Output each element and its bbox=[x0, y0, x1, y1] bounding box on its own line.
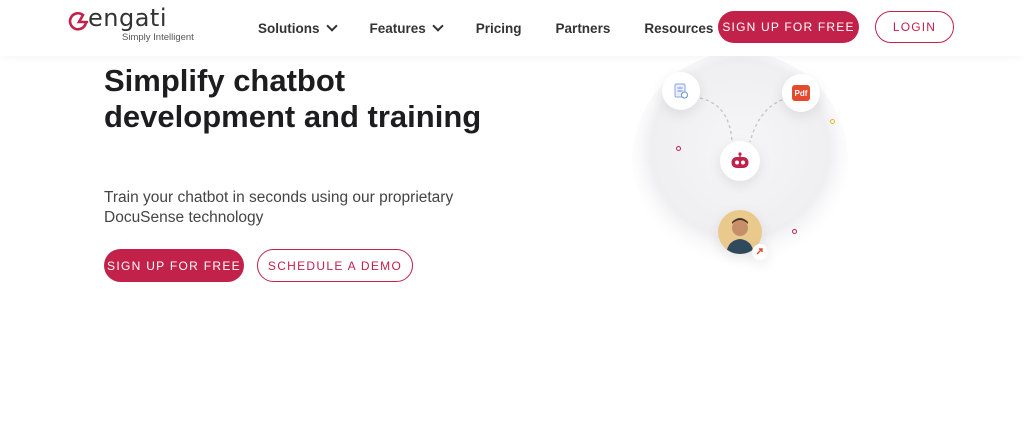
schedule-demo-button[interactable]: SCHEDULE A DEMO bbox=[257, 249, 413, 282]
document-icon bbox=[662, 72, 700, 110]
nav-item-resources[interactable]: Resources bbox=[644, 20, 732, 36]
docusense-illustration: Pdf bbox=[620, 50, 860, 280]
login-button[interactable]: LOGIN bbox=[875, 11, 954, 43]
decorative-dot bbox=[792, 229, 797, 234]
hero-title: Simplify chatbot development and trainin… bbox=[104, 63, 482, 134]
logo-wordmark: engati bbox=[88, 4, 167, 32]
arrow-icon bbox=[752, 244, 768, 260]
nav-label: Pricing bbox=[475, 20, 522, 36]
nav-label: Features bbox=[369, 20, 426, 36]
top-nav-bar: engati Simply Intelligent Solutions Feat… bbox=[0, 0, 1024, 56]
chevron-down-icon bbox=[325, 20, 338, 32]
nav-label: Partners bbox=[555, 20, 611, 36]
chatbot-icon bbox=[720, 141, 760, 181]
main-nav: Solutions Features Pricing Partners Reso… bbox=[258, 0, 763, 56]
nav-label: Solutions bbox=[258, 20, 320, 36]
nav-label: Resources bbox=[644, 20, 714, 36]
pdf-icon: Pdf bbox=[782, 74, 820, 112]
nav-item-partners[interactable]: Partners bbox=[556, 21, 611, 36]
nav-item-pricing[interactable]: Pricing bbox=[476, 21, 522, 36]
nav-item-features[interactable]: Features bbox=[369, 20, 444, 36]
hero-subtitle: Train your chatbot in seconds using our … bbox=[104, 189, 454, 226]
engati-logo[interactable]: engati Simply Intelligent bbox=[68, 4, 198, 48]
decorative-dot bbox=[830, 119, 835, 124]
header-signup-button[interactable]: SIGN UP FOR FREE bbox=[718, 11, 859, 43]
nav-item-solutions[interactable]: Solutions bbox=[258, 20, 338, 36]
hero-signup-button[interactable]: SIGN UP FOR FREE bbox=[104, 249, 244, 282]
decorative-dot bbox=[676, 146, 681, 151]
engati-logo-mark-icon bbox=[68, 12, 89, 31]
pdf-badge: Pdf bbox=[792, 85, 810, 101]
chevron-down-icon bbox=[432, 20, 444, 32]
logo-tagline: Simply Intelligent bbox=[122, 32, 194, 43]
